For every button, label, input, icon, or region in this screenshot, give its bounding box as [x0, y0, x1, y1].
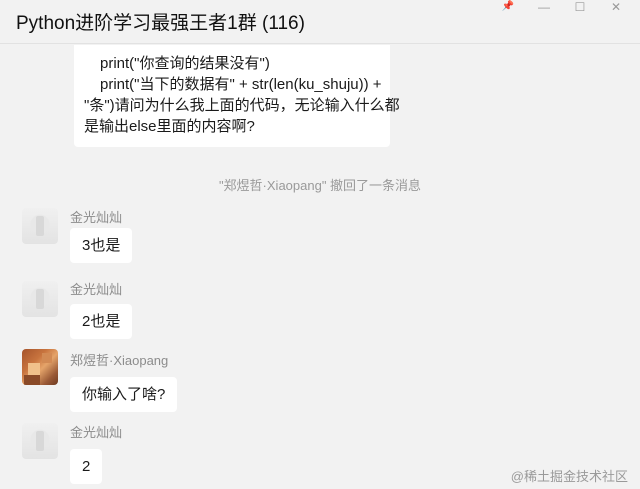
avatar[interactable]	[22, 208, 58, 244]
sender-name: 郑煜哲·Xiaopang	[70, 353, 169, 368]
minimize-icon[interactable]: —	[526, 0, 562, 14]
sender-name: 金光灿灿	[70, 210, 123, 225]
sender-name: 金光灿灿	[70, 425, 123, 440]
avatar[interactable]	[22, 423, 58, 459]
sender-name: 金光灿灿	[70, 282, 123, 297]
chat-area[interactable]: print("你查询的结果没有") print("当下的数据有" + str(l…	[0, 45, 640, 489]
message-line: 是输出else里面的内容啊?	[84, 118, 255, 135]
message-line: print("你查询的结果没有")	[100, 55, 270, 72]
chat-header: Python进阶学习最强王者1群 (116) 📌 — ☐ ✕	[0, 0, 640, 44]
avatar[interactable]	[22, 349, 58, 385]
window-controls: 📌 — ☐ ✕	[490, 0, 634, 14]
message-bubble[interactable]: 3也是	[70, 228, 133, 263]
pin-icon[interactable]: 📌	[490, 0, 526, 14]
message-bubble[interactable]: 2也是	[70, 304, 133, 339]
recall-notice: "郑煜哲·Xiaopang" 撤回了一条消息	[218, 178, 422, 193]
message-bubble[interactable]: 你输入了啥?	[70, 377, 178, 412]
maximize-icon[interactable]: ☐	[562, 0, 598, 14]
avatar[interactable]	[22, 281, 58, 317]
message-line: print("当下的数据有" + str(len(ku_shuju)) +	[100, 76, 382, 93]
close-icon[interactable]: ✕	[598, 0, 634, 14]
watermark: @稀土掘金技术社区	[510, 469, 628, 484]
chat-title: Python进阶学习最强王者1群 (116)	[16, 13, 305, 34]
message-bubble[interactable]: print("你查询的结果没有") print("当下的数据有" + str(l…	[74, 45, 400, 147]
message-bubble[interactable]: 2	[70, 449, 103, 484]
message-line: "条")请问为什么我上面的代码，无论输入什么都	[84, 97, 400, 114]
